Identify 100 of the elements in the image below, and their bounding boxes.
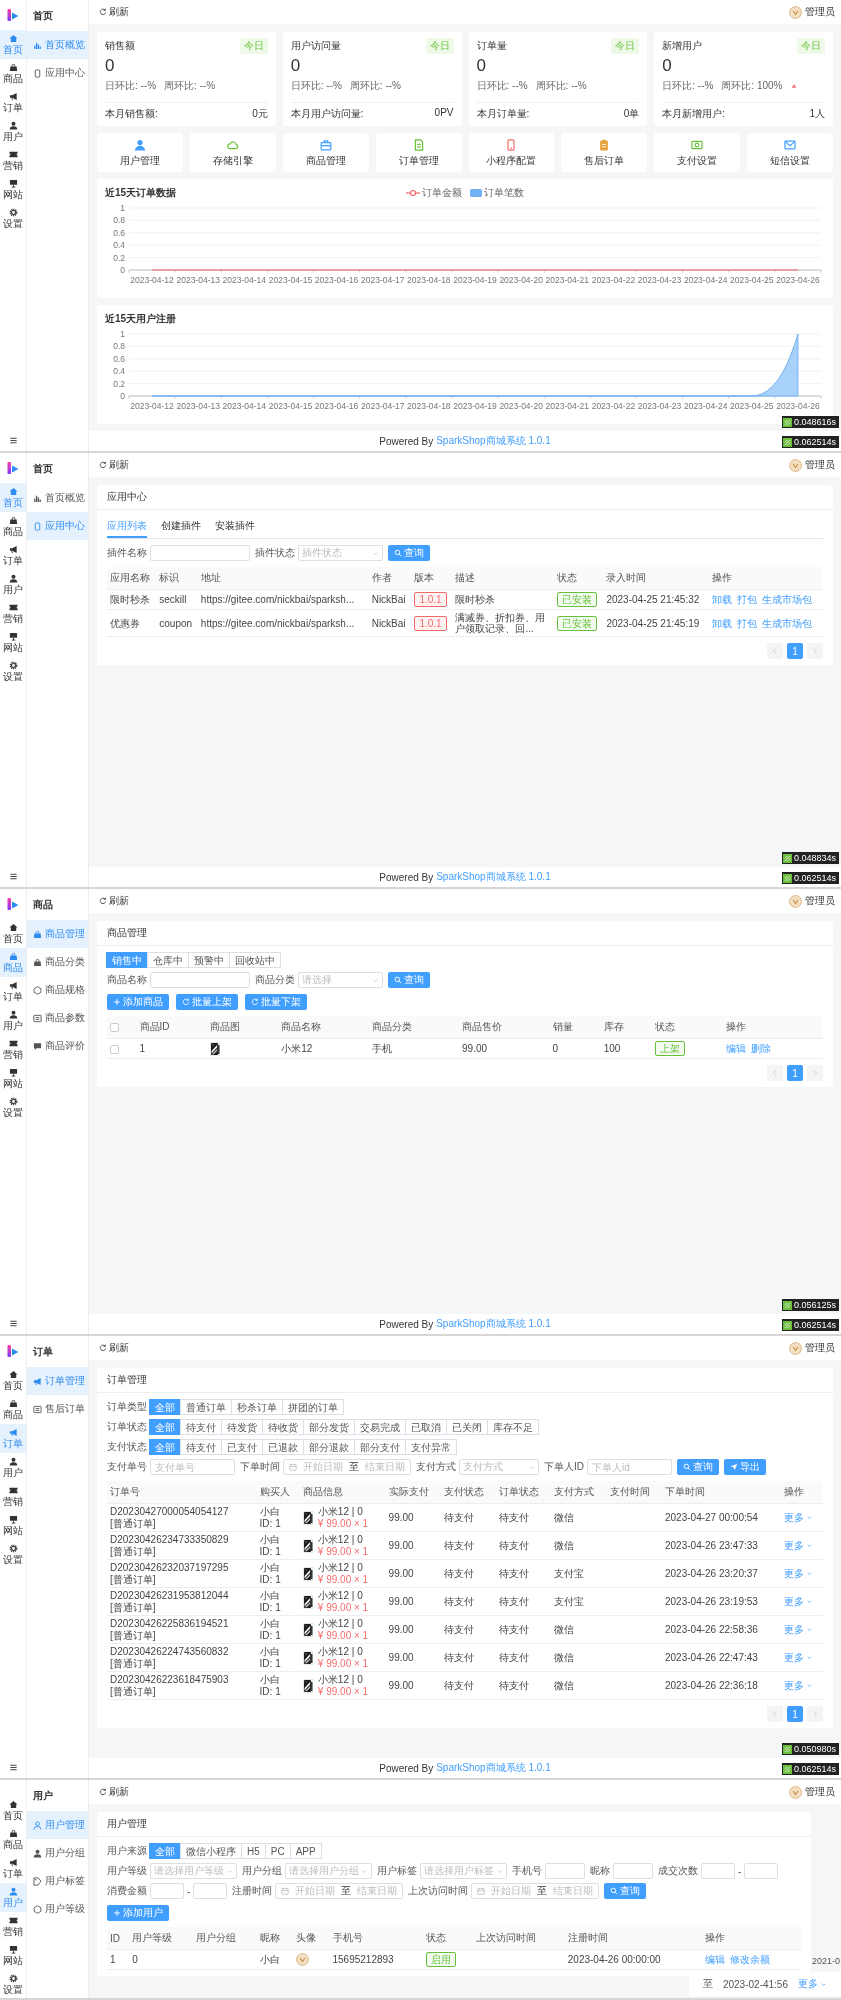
- refresh-button[interactable]: 刷新: [99, 1341, 129, 1355]
- nav-item[interactable]: 订单: [0, 88, 26, 117]
- nav-item[interactable]: 订单: [0, 541, 26, 570]
- filter-option[interactable]: 部分支付: [354, 1439, 406, 1455]
- nav-item[interactable]: 设置: [0, 204, 26, 233]
- submenu-item[interactable]: 商品评价: [27, 1032, 88, 1060]
- filter-option[interactable]: 库存不足: [487, 1419, 539, 1435]
- nav-item[interactable]: 网站: [0, 175, 26, 204]
- shortcut-button[interactable]: 售后订单: [561, 132, 648, 172]
- user-name[interactable]: 管理员: [805, 894, 835, 908]
- shortcut-button[interactable]: 商品管理: [282, 132, 369, 172]
- column-header: 昵称: [257, 1927, 294, 1950]
- filter-option[interactable]: 回收站中: [229, 952, 281, 968]
- user-name[interactable]: 管理员: [805, 458, 835, 472]
- submenu-title: 订单: [32, 1345, 54, 1359]
- submenu-item[interactable]: 用户等级: [27, 1895, 88, 1923]
- submenu-item[interactable]: 用户分组: [27, 1839, 88, 1867]
- filter-option[interactable]: 仓库中: [147, 952, 189, 968]
- user-name[interactable]: 管理员: [805, 5, 835, 19]
- filter-option[interactable]: APP: [289, 1843, 322, 1859]
- nav-item[interactable]: 订单: [0, 1854, 26, 1883]
- refresh-button[interactable]: 刷新: [99, 894, 129, 908]
- nav-item[interactable]: 营销: [0, 146, 26, 175]
- nav-item[interactable]: 营销: [0, 1035, 26, 1064]
- filter-option[interactable]: 秒杀订单: [231, 1399, 283, 1415]
- filter-option[interactable]: 微信小程序: [180, 1843, 242, 1859]
- refresh-button[interactable]: 刷新: [99, 458, 129, 472]
- refresh-button[interactable]: 刷新: [99, 1785, 129, 1799]
- tab[interactable]: 创建插件: [161, 516, 201, 538]
- x-tick-label: 2023-04-26: [776, 274, 820, 285]
- refresh-button[interactable]: 刷新: [99, 5, 129, 19]
- x-tick-label: 2023-04-12: [130, 400, 174, 411]
- submenu-item[interactable]: 用户标签: [27, 1867, 88, 1895]
- filter-option[interactable]: 待收货: [262, 1419, 304, 1435]
- x-tick-label: 2023-04-14: [222, 274, 267, 285]
- y-tick-label: 1: [120, 328, 125, 339]
- nav-item[interactable]: 网站: [0, 1511, 26, 1540]
- submenu-item[interactable]: 商品分类: [27, 948, 88, 976]
- nav-item[interactable]: 设置: [0, 1970, 26, 1998]
- filter-option[interactable]: PC: [264, 1843, 291, 1859]
- filter-option[interactable]: 待支付: [180, 1439, 222, 1455]
- user-name[interactable]: 管理员: [805, 1785, 835, 1799]
- nav-item[interactable]: 用户: [0, 1453, 26, 1482]
- column-header: 商品名称: [278, 1016, 369, 1039]
- table-cell: 微信: [551, 1615, 607, 1644]
- submenu-item[interactable]: 商品规格: [27, 976, 88, 1004]
- nav-item[interactable]: 订单: [0, 977, 26, 1006]
- user-name[interactable]: 管理员: [805, 1341, 835, 1355]
- cell-text: ID: 1: [259, 1518, 282, 1529]
- timer-text: 0.050980s: [793, 1744, 836, 1754]
- y-tick-label: 0.6: [113, 353, 125, 364]
- nav-item[interactable]: 商品: [0, 512, 26, 541]
- nav-item[interactable]: 设置: [0, 1540, 26, 1569]
- table-cell: 待支付: [440, 1643, 497, 1672]
- nav-item[interactable]: 首页: [0, 1366, 26, 1395]
- nav-item[interactable]: 网站: [0, 1941, 26, 1970]
- nav-item[interactable]: 首页: [0, 1796, 26, 1825]
- shortcut-button[interactable]: 存储引擎: [189, 132, 276, 172]
- nav-item[interactable]: 商品: [0, 59, 26, 88]
- submenu-title: 用户: [32, 1789, 54, 1803]
- column-header: 状态: [554, 567, 604, 590]
- nav-item[interactable]: 用户: [0, 570, 26, 599]
- submenu-item[interactable]: 应用中心: [27, 59, 88, 87]
- nav-item[interactable]: 营销: [0, 1912, 26, 1941]
- filter-option[interactable]: 交易完成: [354, 1419, 406, 1435]
- filter-option[interactable]: 部分退款: [303, 1439, 355, 1455]
- shortcut-button[interactable]: 订单管理: [375, 132, 462, 172]
- nav-item[interactable]: 网站: [0, 1064, 26, 1093]
- nav-item[interactable]: 用户: [0, 1006, 26, 1035]
- nav-item[interactable]: 设置: [0, 657, 26, 686]
- filter-option[interactable]: 待支付: [180, 1419, 222, 1435]
- nav-item[interactable]: 营销: [0, 1482, 26, 1511]
- submenu-item[interactable]: 商品参数: [27, 1004, 88, 1032]
- filter-option[interactable]: 预警中: [188, 952, 230, 968]
- nav-item[interactable]: 用户: [0, 117, 26, 146]
- nav-item[interactable]: 网站: [0, 628, 26, 657]
- cell-text: 小白: [259, 1590, 281, 1601]
- nav-item[interactable]: 商品: [0, 1825, 26, 1854]
- filter-option[interactable]: 支付异常: [405, 1439, 457, 1455]
- filter-option[interactable]: 已关闭: [446, 1419, 488, 1435]
- shortcut-button[interactable]: 用户管理: [97, 132, 183, 172]
- filter-option[interactable]: 已支付: [221, 1439, 263, 1455]
- filter-option[interactable]: 待发货: [221, 1419, 263, 1435]
- filter-option[interactable]: 部分发货: [303, 1419, 355, 1435]
- shortcut-button[interactable]: 短信设置: [747, 132, 833, 172]
- submenu-title: 首页: [32, 9, 54, 23]
- shortcut-button[interactable]: 支付设置: [654, 132, 741, 172]
- nav-item[interactable]: 设置: [0, 1093, 26, 1122]
- submenu-item[interactable]: 售后订单: [27, 1395, 88, 1423]
- nav-item[interactable]: 商品: [0, 1395, 26, 1424]
- filter-option[interactable]: H5: [241, 1843, 266, 1859]
- shortcut-button[interactable]: 小程序配置: [468, 132, 555, 172]
- nav-item[interactable]: 首页: [0, 919, 26, 948]
- nav-item[interactable]: 营销: [0, 599, 26, 628]
- tab[interactable]: 安装插件: [215, 516, 255, 538]
- filter-option[interactable]: 已退款: [262, 1439, 304, 1455]
- filter-option[interactable]: 已取消: [405, 1419, 447, 1435]
- submenu-item[interactable]: 首页概览: [27, 484, 88, 512]
- filter-option[interactable]: 拼团的订单: [282, 1399, 344, 1415]
- filter-option[interactable]: 普通订单: [180, 1399, 232, 1415]
